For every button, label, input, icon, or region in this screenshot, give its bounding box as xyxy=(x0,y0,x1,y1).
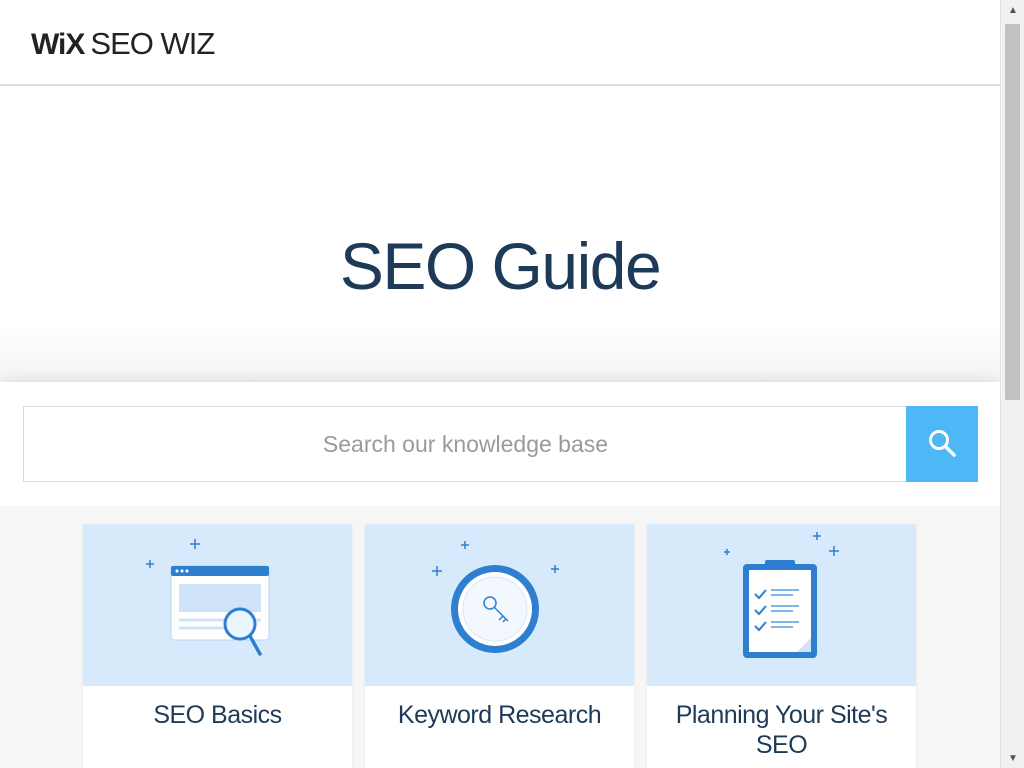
page: WiX SEO WIZ SEO Guide Search our knowled… xyxy=(0,0,1000,768)
scroll-down-arrow-icon[interactable]: ▼ xyxy=(1001,748,1024,768)
page-title: SEO Guide xyxy=(339,229,662,303)
search-button[interactable] xyxy=(906,406,978,482)
topic-cards: SEO Basics Keyword Research Planning You… xyxy=(0,506,1000,768)
search-input[interactable] xyxy=(23,406,907,482)
clipboard-checklist-icon xyxy=(724,532,839,658)
hero-section: SEO Guide xyxy=(0,88,1000,388)
card-seo-basics[interactable]: SEO Basics xyxy=(83,524,352,768)
card-label: Keyword Research xyxy=(397,701,602,729)
browser-magnifier-icon xyxy=(146,539,270,656)
search-bar xyxy=(0,382,1000,506)
card-image xyxy=(83,524,352,686)
card-planning-site-seo[interactable]: Planning Your Site's SEO xyxy=(647,524,916,768)
site-header: WiX SEO WIZ xyxy=(0,0,1000,86)
logo-wix-text: WiX xyxy=(31,28,85,61)
scroll-up-arrow-icon[interactable]: ▲ xyxy=(1001,0,1024,20)
search-icon xyxy=(927,428,957,461)
card-keyword-research[interactable]: Keyword Research xyxy=(365,524,634,768)
card-image xyxy=(365,524,634,686)
scrollbar-thumb[interactable] xyxy=(1005,24,1020,400)
logo-product-text: SEO WIZ xyxy=(90,26,215,61)
card-label: SEO Basics xyxy=(153,701,282,729)
vertical-scrollbar[interactable]: ▲ ▼ xyxy=(1000,0,1024,768)
site-logo[interactable]: WiX SEO WIZ xyxy=(31,26,215,62)
key-badge-icon xyxy=(432,541,559,653)
card-label: Planning Your Site's SEO xyxy=(675,701,888,759)
card-image xyxy=(647,524,916,686)
